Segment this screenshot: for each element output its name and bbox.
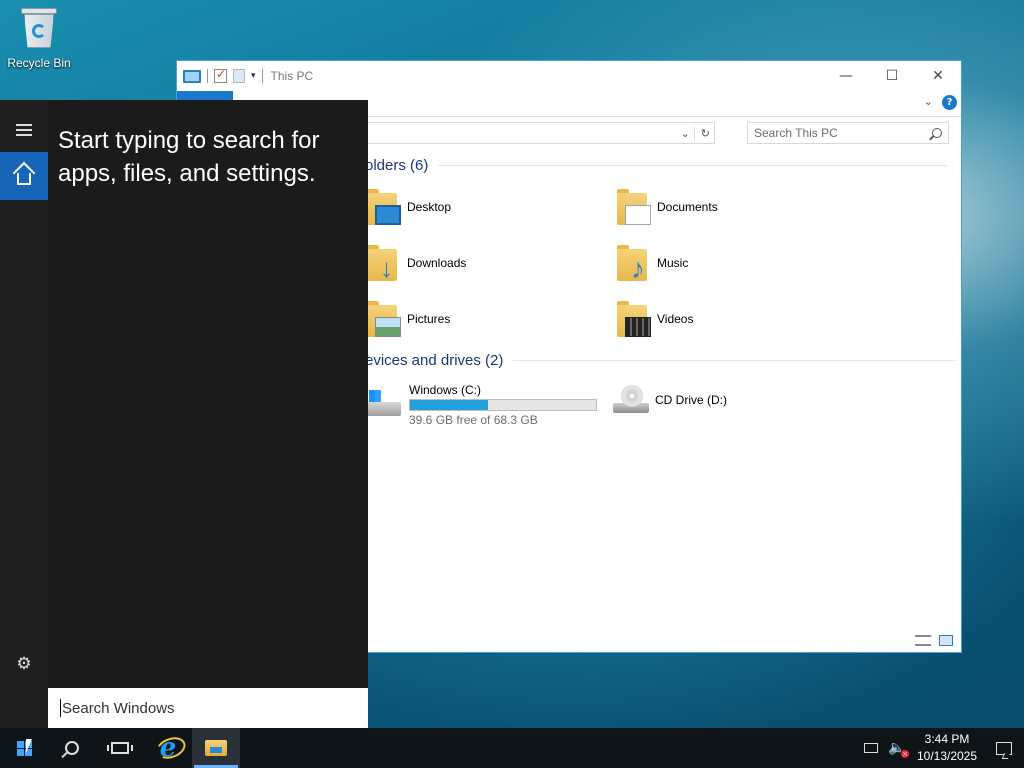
start-menu: ⚙ Start typing to search for apps, files… <box>0 100 368 728</box>
search-placeholder: Search This PC <box>754 126 838 140</box>
task-view-icon <box>107 742 133 754</box>
pictures-folder-icon <box>367 301 401 337</box>
clock-date: 10/13/2025 <box>916 749 978 763</box>
clock-time: 3:44 PM <box>924 732 970 746</box>
folder-downloads[interactable]: Downloads <box>367 245 467 284</box>
network-icon[interactable] <box>861 728 881 768</box>
home-icon <box>17 172 31 185</box>
search-icon <box>932 128 942 138</box>
search-prompt-text: Start typing to search for apps, files, … <box>58 127 320 187</box>
videos-folder-icon <box>617 301 651 337</box>
folders-group-label: olders (6) <box>365 157 429 174</box>
folder-documents[interactable]: Documents <box>617 189 718 225</box>
recycle-bin-label: Recycle Bin <box>7 56 71 70</box>
downloads-folder-icon <box>367 245 401 284</box>
hamburger-menu-icon[interactable] <box>16 124 32 139</box>
drive-d-label: CD Drive (D:) <box>655 393 727 407</box>
drive-c-label: Windows (C:) <box>409 383 482 397</box>
search-windows-input[interactable]: Search Windows <box>48 688 368 728</box>
drive-c-usage-bar <box>409 399 597 411</box>
address-history-chevron-icon[interactable]: ⌄ <box>681 127 690 140</box>
title-bar[interactable]: ▾ This PC — ☐ ✕ <box>177 61 961 91</box>
folder-videos[interactable]: Videos <box>617 301 693 337</box>
home-button[interactable] <box>0 152 48 200</box>
search-icon <box>65 741 79 755</box>
devices-group-label: evices and drives (2) <box>365 352 504 369</box>
folder-label: Downloads <box>407 256 467 270</box>
file-explorer-button[interactable] <box>192 728 240 768</box>
system-tray: 🔈 × 3:44 PM 10/13/2025 <box>858 728 1024 768</box>
quick-access-toolbar: ▾ <box>183 67 263 83</box>
action-center-button[interactable] <box>984 728 1024 768</box>
recycle-bin-shortcut[interactable]: Recycle Bin <box>4 6 74 70</box>
large-icons-view-icon[interactable] <box>939 635 953 646</box>
hard-drive-icon <box>367 390 403 420</box>
close-button[interactable]: ✕ <box>915 61 961 91</box>
search-button[interactable] <box>48 728 96 768</box>
folder-label: Pictures <box>407 312 451 326</box>
maximize-button[interactable]: ☐ <box>869 61 915 91</box>
cd-drive-icon <box>613 385 649 415</box>
start-rail: ⚙ <box>0 100 48 728</box>
recycle-bin-icon <box>19 6 59 52</box>
start-button[interactable] <box>0 728 48 768</box>
folder-label: Music <box>657 256 689 270</box>
drive-c[interactable]: Windows (C:) 39.6 GB free of 68.3 GB <box>367 383 597 427</box>
search-input[interactable]: Search This PC <box>747 122 949 144</box>
mouse-cursor <box>26 739 32 753</box>
this-pc-icon <box>183 69 201 83</box>
notification-icon <box>996 741 1012 755</box>
window-title: This PC <box>270 69 314 83</box>
folders-group-header[interactable]: olders (6) <box>365 157 949 174</box>
search-windows-placeholder: Search Windows <box>62 699 175 717</box>
minimize-button[interactable]: — <box>823 61 869 91</box>
internet-explorer-icon: e <box>159 733 177 763</box>
drive-d[interactable]: CD Drive (D:) <box>613 385 727 415</box>
customize-toolbar-chevron-icon[interactable]: ▾ <box>251 71 256 81</box>
internet-explorer-button[interactable]: e <box>144 728 192 768</box>
folder-label: Videos <box>657 312 694 326</box>
help-icon[interactable]: ? <box>942 95 957 110</box>
task-view-button[interactable] <box>96 728 144 768</box>
file-explorer-icon <box>205 740 227 756</box>
address-bar[interactable]: ⌄ ↻ <box>367 122 715 144</box>
new-folder-icon[interactable] <box>233 69 245 83</box>
refresh-icon[interactable]: ↻ <box>693 126 710 140</box>
settings-gear-icon[interactable]: ⚙ <box>15 655 33 673</box>
drive-c-free-space: 39.6 GB free of 68.3 GB <box>409 413 538 427</box>
music-folder-icon <box>617 245 651 285</box>
desktop-folder-icon <box>367 189 401 225</box>
folder-music[interactable]: Music <box>617 245 689 285</box>
clock[interactable]: 3:44 PM 10/13/2025 <box>910 731 984 765</box>
folder-pictures[interactable]: Pictures <box>367 301 450 337</box>
folder-label: Documents <box>657 200 718 214</box>
properties-icon[interactable] <box>214 67 227 83</box>
expand-ribbon-chevron-icon[interactable]: ⌄ <box>924 95 933 108</box>
documents-folder-icon <box>617 189 651 225</box>
folder-desktop[interactable]: Desktop <box>367 189 451 225</box>
devices-group-header[interactable]: evices and drives (2) <box>365 352 956 369</box>
volume-muted-icon[interactable]: 🔈 × <box>887 728 909 768</box>
details-view-icon[interactable] <box>915 635 931 646</box>
folder-label: Desktop <box>407 200 452 214</box>
taskbar: e 🔈 × 3:44 PM 10/13/2025 <box>0 728 1024 768</box>
